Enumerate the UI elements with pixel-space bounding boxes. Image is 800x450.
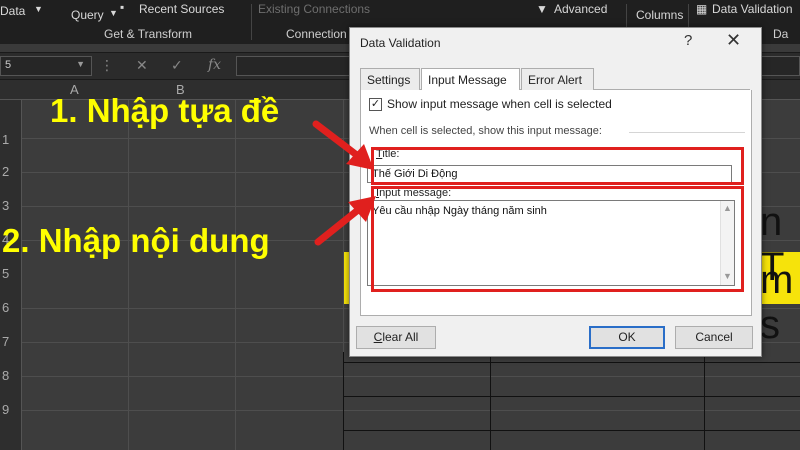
cell-text: m s — [760, 258, 794, 347]
arrow-icon — [312, 120, 374, 170]
row-headers: 1 2 3 4 5 6 7 8 9 — [0, 100, 22, 450]
row-header[interactable]: 7 — [2, 334, 9, 349]
existing-connections-button[interactable]: Existing Connections — [258, 2, 370, 16]
grid-line — [235, 100, 236, 450]
data-validation-button[interactable]: Data Validation — [712, 2, 793, 16]
enter-icon[interactable]: ✓ — [171, 57, 183, 74]
tab-settings[interactable]: Settings — [360, 68, 420, 90]
cancel-button[interactable]: Cancel — [675, 326, 753, 349]
chevron-down-icon: ▼ — [34, 4, 43, 14]
chevron-down-icon: ▼ — [109, 8, 118, 18]
data-menu[interactable]: Data — [0, 4, 25, 18]
more-icon: ⋮ — [100, 57, 114, 73]
row-header[interactable]: 9 — [2, 402, 9, 417]
show-message-checkbox[interactable]: ✓ — [369, 98, 382, 111]
group-data-tools: Da — [773, 27, 789, 41]
text-to-columns-button[interactable]: Columns — [636, 8, 683, 22]
recent-sources-button[interactable]: Recent Sources — [139, 2, 224, 16]
table-border — [343, 430, 800, 431]
title-highlight-box — [371, 147, 744, 185]
tab-input-message[interactable]: Input Message — [421, 68, 520, 91]
table-border — [343, 396, 800, 397]
dialog-tabs: Settings Input Message Error Alert — [360, 68, 750, 91]
dialog-title: Data Validation — [360, 36, 441, 50]
name-box[interactable]: 5 ▼ — [0, 56, 92, 76]
recent-sources-icon: ▪ — [120, 0, 125, 14]
step1-annotation: 1. Nhập tựa đề — [50, 92, 280, 129]
help-button[interactable]: ? — [684, 32, 692, 49]
tab-error-alert[interactable]: Error Alert — [521, 68, 594, 90]
arrow-icon — [314, 196, 376, 246]
group-get-transform: Get & Transform — [104, 27, 193, 41]
row-header[interactable]: 8 — [2, 368, 9, 383]
chevron-down-icon: ▼ — [76, 59, 85, 69]
ribbon-divider — [251, 4, 252, 40]
row-header[interactable]: 5 — [2, 266, 9, 281]
close-icon[interactable]: ✕ — [726, 30, 741, 51]
ok-button[interactable]: OK — [589, 326, 665, 349]
step2-annotation: 2. Nhập nội dung — [2, 222, 270, 259]
advanced-button[interactable]: Advanced — [554, 2, 607, 16]
grid-line — [22, 376, 800, 377]
data-validation-icon: ▦ — [696, 2, 708, 16]
table-border — [343, 352, 344, 450]
divider — [629, 132, 745, 133]
table-border — [704, 352, 705, 450]
show-message-label: Show input message when cell is selected — [387, 97, 612, 111]
row-header[interactable]: 1 — [2, 132, 9, 147]
row-header[interactable]: 3 — [2, 198, 9, 213]
grid-line — [22, 410, 800, 411]
clear-all-button[interactable]: Clear All — [356, 326, 436, 349]
query-button[interactable]: Query — [71, 8, 104, 22]
group-connections: Connection — [286, 27, 347, 41]
section-label: When cell is selected, show this input m… — [369, 125, 602, 137]
table-border — [490, 352, 491, 450]
row-header[interactable]: 6 — [2, 300, 9, 315]
cancel-icon[interactable]: ✕ — [136, 57, 148, 74]
row-header[interactable]: 2 — [2, 164, 9, 179]
message-highlight-box — [371, 186, 744, 292]
function-icon[interactable]: fx — [208, 57, 221, 73]
grid-line — [128, 100, 129, 450]
filter-icon: ▼ — [536, 2, 548, 16]
table-border — [343, 362, 800, 363]
